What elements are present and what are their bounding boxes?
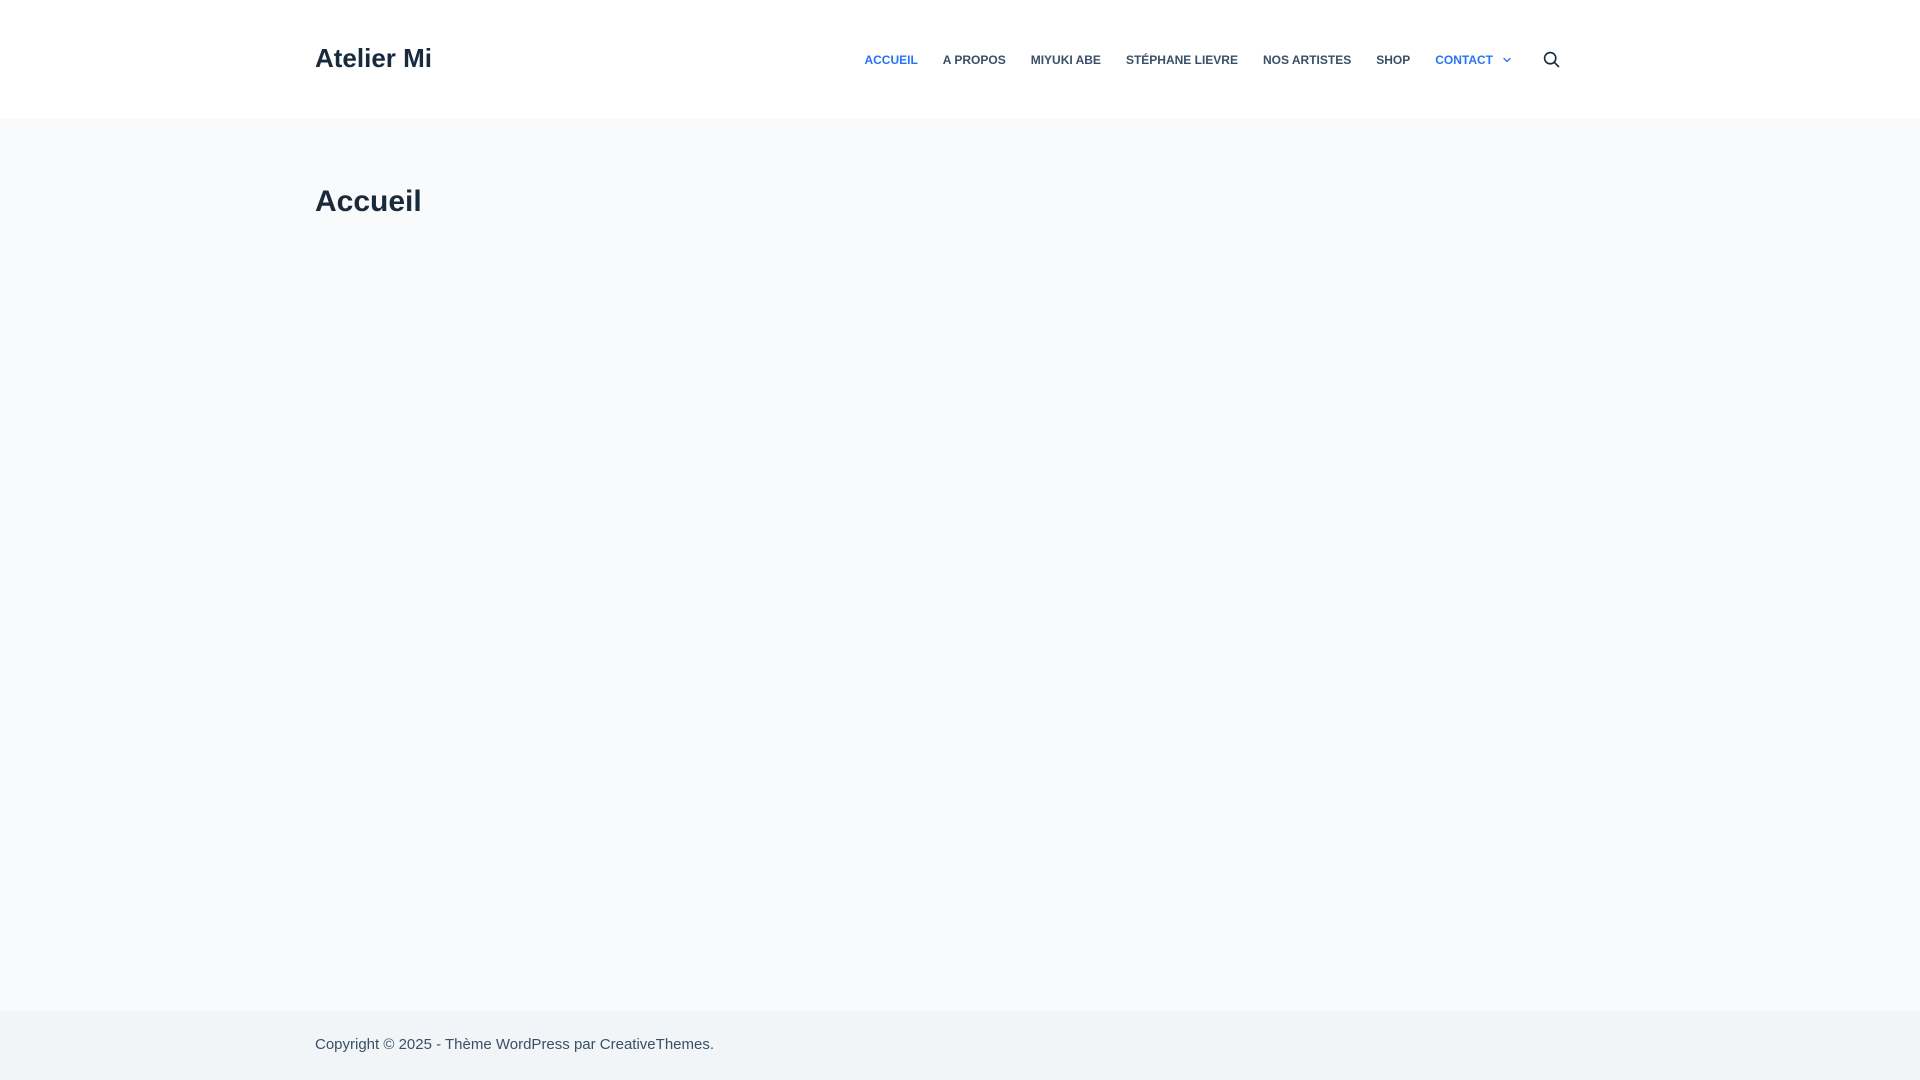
theme-link[interactable]: Thème WordPress <box>445 1036 570 1053</box>
nav-item-accueil[interactable]: ACCUEIL <box>864 0 917 119</box>
author-link[interactable]: CreativeThemes <box>600 1036 710 1053</box>
nav-item-shop[interactable]: SHOP <box>1376 0 1410 119</box>
page-title: Accueil <box>315 185 422 218</box>
page: Atelier Mi ACCUEIL A PROPOS MIYUKI ABE S… <box>0 0 1920 1080</box>
nav-item-nos-artistes[interactable]: NOS ARTISTES <box>1263 0 1351 119</box>
main-content: Accueil <box>0 119 1920 1011</box>
site-header: Atelier Mi ACCUEIL A PROPOS MIYUKI ABE S… <box>0 0 1920 119</box>
site-title[interactable]: Atelier Mi <box>315 43 432 74</box>
nav-item-contact[interactable]: CONTACT <box>1435 0 1512 119</box>
nav-item-stephane-lievre[interactable]: STÉPHANE LIEVRE <box>1126 0 1238 119</box>
search-button[interactable] <box>1542 51 1560 69</box>
main-navigation: ACCUEIL A PROPOS MIYUKI ABE STÉPHANE LIE… <box>864 0 1560 119</box>
chevron-down-icon[interactable] <box>1502 55 1512 65</box>
copyright-suffix: . <box>709 1036 715 1053</box>
copyright-prefix: Copyright © 2025 - <box>315 1036 446 1053</box>
nav-item-a-propos[interactable]: A PROPOS <box>943 0 1006 119</box>
nav-item-miyuki-abe[interactable]: MIYUKI ABE <box>1031 0 1101 119</box>
copyright-text: Copyright © 2025 - Thème WordPress par C… <box>315 1036 714 1053</box>
search-icon <box>1543 51 1559 68</box>
copyright-by: par <box>569 1036 600 1053</box>
site-footer: Copyright © 2025 - Thème WordPress par C… <box>0 1011 1920 1080</box>
nav-item-contact-label: CONTACT <box>1435 52 1493 67</box>
